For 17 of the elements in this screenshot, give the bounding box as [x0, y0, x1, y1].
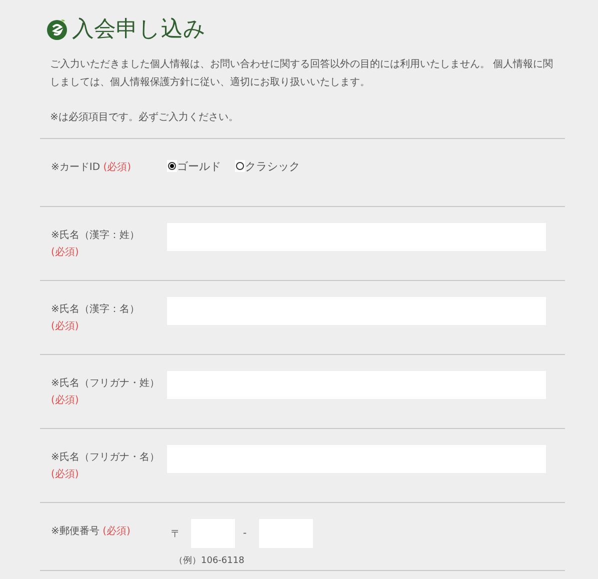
- example-text: （例）106-6118: [174, 555, 246, 567]
- radio-option[interactable]: クラシック: [235, 156, 300, 174]
- field-label: ※郵便番号 (必須): [51, 524, 132, 539]
- postal-mark: 〒: [171, 528, 181, 540]
- radio-option[interactable]: ゴールド: [167, 156, 221, 174]
- field-label: ※氏名（漢字：名） (必須): [51, 302, 140, 334]
- logo-icon: [46, 18, 68, 40]
- field-label: ※氏名（漢字：姓） (必須): [51, 228, 140, 260]
- page-title: 入会申し込み: [72, 16, 206, 44]
- field-label: ※カードID (必須): [51, 160, 132, 175]
- required-note: ※は必須項目です。必ずご入力ください。: [49, 110, 240, 125]
- field-label: ※氏名（フリガナ・姓） (必須): [51, 376, 160, 408]
- separator-text: -: [243, 528, 247, 539]
- radio-button[interactable]: [236, 162, 244, 170]
- radio-button[interactable]: [168, 162, 176, 170]
- field-label: ※氏名（フリガナ・名） (必須): [51, 450, 160, 482]
- intro-text: ご入力いただきました個人情報は、お問い合わせに関する回答以外の目的には利用いたしません。 個人情報に関しましては、個人情報保護方針に従い、適切にお取り扱いいたします。: [49, 58, 554, 90]
